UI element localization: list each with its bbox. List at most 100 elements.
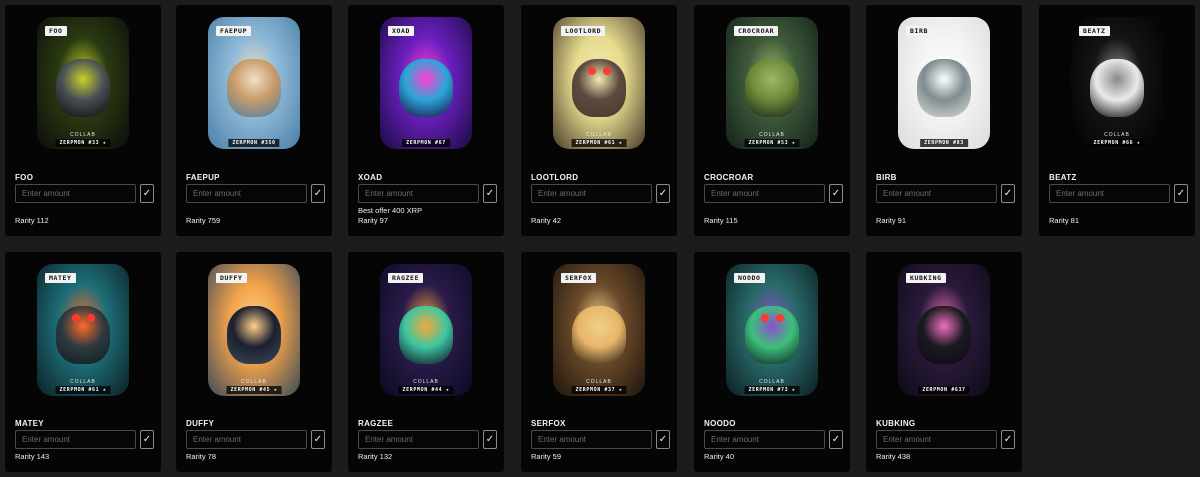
serial-badge: ZERPMON #45 ★ [226, 386, 282, 394]
card-title: DUFFY [186, 419, 215, 428]
artwork-name-tag: FOO [45, 26, 67, 36]
amount-input[interactable] [15, 430, 136, 449]
serial-badge: ZERPMON #44 ★ [398, 386, 454, 394]
card-title: LOOTLORD [531, 173, 579, 182]
card-crocroar[interactable]: CROCROAR COLLABZERPMON #53 ★ CROCROAR ✓ Rari… [694, 5, 850, 236]
artwork-name-tag: FAEPUP [216, 26, 252, 36]
collab-label: COLLAB [759, 379, 785, 385]
artwork-name-tag: MATEY [45, 273, 76, 283]
card-artwork[interactable]: CROCROAR COLLAB ZERPMON #53 ★ [726, 17, 818, 149]
card-matey[interactable]: MATEY COLLABZERPMON #61 ★ MATEY ✓ Rarity 143 [5, 252, 161, 472]
serial-badge: ZERPMON #37 ★ [571, 386, 627, 394]
creature-illustration [399, 306, 453, 365]
amount-input[interactable] [186, 430, 307, 449]
creature-illustration [572, 59, 626, 118]
amount-input[interactable] [15, 184, 136, 203]
confirm-button[interactable]: ✓ [311, 184, 325, 203]
card-artwork[interactable]: RAGZEE COLLAB ZERPMON #44 ★ [380, 264, 472, 396]
serial-badge: ZERPMON #83 [920, 139, 968, 147]
amount-input[interactable] [1049, 184, 1170, 203]
amount-input[interactable] [531, 184, 652, 203]
nft-grid: FOOCOLLABZERPMON #33 ★FOO✓Rarity 112FAEP… [0, 0, 1200, 477]
card-artwork[interactable]: BIRB COLLAB ZERPMON #83 [898, 17, 990, 149]
rarity-text: Rarity 115 [704, 216, 738, 225]
confirm-button[interactable]: ✓ [483, 184, 497, 203]
confirm-button[interactable]: ✓ [656, 430, 670, 449]
card-title: XOAD [358, 173, 383, 182]
card-title: BIRB [876, 173, 897, 182]
confirm-button[interactable]: ✓ [1174, 184, 1188, 203]
card-foo[interactable]: FOO COLLABZERPMON #33 ★ FOO ✓ Rarity 112 [5, 5, 161, 236]
collab-label: COLLAB [586, 132, 612, 138]
confirm-button[interactable]: ✓ [829, 184, 843, 203]
amount-input[interactable] [704, 184, 825, 203]
card-artwork[interactable]: NOODO COLLAB ZERPMON #73 ★ [726, 264, 818, 396]
check-icon: ✓ [142, 188, 152, 199]
confirm-button[interactable]: ✓ [1001, 430, 1015, 449]
creature-illustration [745, 306, 799, 365]
amount-input[interactable] [876, 184, 997, 203]
amount-input[interactable] [358, 184, 479, 203]
artwork-name-tag: DUFFY [216, 273, 247, 283]
amount-input[interactable] [358, 430, 479, 449]
serial-badge: ZERPMON #350 [228, 139, 280, 147]
card-faepup[interactable]: FAEPUP ZERPMON #350 FAEPUP ✓ Rarity 759 [176, 5, 332, 236]
card-artwork[interactable]: KUBKING ZERPMON #637 [898, 264, 990, 396]
artwork-name-tag: NOODO [734, 273, 765, 283]
amount-input[interactable] [704, 430, 825, 449]
card-ragzee[interactable]: RAGZEE COLLABZERPMON #44 ★ RAGZEE ✓ Rarity 1… [348, 252, 504, 472]
rarity-text: Rarity 132 [358, 452, 393, 461]
card-artwork[interactable]: LOOTLORD COLLAB ZERPMON #61 ★ [553, 17, 645, 149]
creature-eye [86, 314, 95, 323]
rarity-text: Rarity 143 [15, 452, 50, 461]
card-artwork[interactable]: SERFOX COLLAB ZERPMON #37 ★ [553, 264, 645, 396]
creature-illustration [745, 59, 799, 118]
card-title: FOO [15, 173, 34, 182]
confirm-button[interactable]: ✓ [483, 430, 497, 449]
confirm-button[interactable]: ✓ [656, 184, 670, 203]
card-artwork[interactable]: FAEPUP ZERPMON #350 [208, 17, 300, 149]
card-kubking[interactable]: KUBKING ZERPMON #637 KUBKING ✓ Rarity 438 [866, 252, 1022, 472]
rarity-text: Rarity 40 [704, 452, 735, 461]
card-title: NOODO [704, 419, 736, 428]
rarity-text: Rarity 78 [186, 452, 217, 461]
best-offer-text: Best offer 400 XRP [358, 206, 423, 215]
amount-input[interactable] [186, 184, 307, 203]
card-artwork[interactable]: XOAD ZERPMON #67 [380, 17, 472, 149]
card-lootlord[interactable]: LOOTLORD COLLABZERPMON #61 ★ LOOTLORD ✓ Rari… [521, 5, 677, 236]
creature-illustration [1090, 59, 1144, 118]
card-artwork[interactable]: BEATZ COLLAB ZERPMON #66 ★ [1071, 17, 1163, 149]
card-serfox[interactable]: SERFOX COLLABZERPMON #37 ★ SERFOX ✓ Rarity 5… [521, 252, 677, 472]
rarity-text: Rarity 91 [876, 216, 907, 225]
creature-illustration [399, 59, 453, 118]
rarity-text: Rarity 97 [358, 216, 389, 225]
confirm-button[interactable]: ✓ [829, 430, 843, 449]
card-title: BEATZ [1049, 173, 1077, 182]
card-birb[interactable]: BIRB COLLABZERPMON #83 BIRB ✓ Rarity 91 [866, 5, 1022, 236]
check-icon: ✓ [658, 434, 668, 445]
collab-label: COLLAB [1104, 132, 1130, 138]
amount-input[interactable] [876, 430, 997, 449]
card-artwork[interactable]: FOO COLLAB ZERPMON #33 ★ [37, 17, 129, 149]
confirm-button[interactable]: ✓ [1001, 184, 1015, 203]
rarity-text: Rarity 438 [876, 452, 911, 461]
card-noodo[interactable]: NOODO COLLABZERPMON #73 ★ NOODO ✓ Rarity 40 [694, 252, 850, 472]
artwork-name-tag: XOAD [388, 26, 415, 36]
confirm-button[interactable]: ✓ [140, 184, 154, 203]
check-icon: ✓ [831, 434, 841, 445]
artwork-name-tag: LOOTLORD [561, 26, 606, 36]
serial-badge: ZERPMON #53 ★ [744, 139, 800, 147]
card-xoad[interactable]: XOAD ZERPMON #67 XOAD ✓ Best offer 400 XRPRa… [348, 5, 504, 236]
artwork-name-tag: BEATZ [1079, 26, 1110, 36]
card-title: SERFOX [531, 419, 566, 428]
confirm-button[interactable]: ✓ [311, 430, 325, 449]
creature-illustration [572, 306, 626, 365]
rarity-text: Rarity 81 [1049, 216, 1080, 225]
confirm-button[interactable]: ✓ [140, 430, 154, 449]
card-artwork[interactable]: DUFFY COLLAB ZERPMON #45 ★ [208, 264, 300, 396]
card-duffy[interactable]: DUFFY COLLABZERPMON #45 ★ DUFFY ✓ Rarity 78 [176, 252, 332, 472]
rarity-text: Rarity 112 [15, 216, 49, 225]
card-beatz[interactable]: BEATZ COLLABZERPMON #66 ★ BEATZ ✓ Rarity 81 [1039, 5, 1195, 236]
card-artwork[interactable]: MATEY COLLAB ZERPMON #61 ★ [37, 264, 129, 396]
amount-input[interactable] [531, 430, 652, 449]
